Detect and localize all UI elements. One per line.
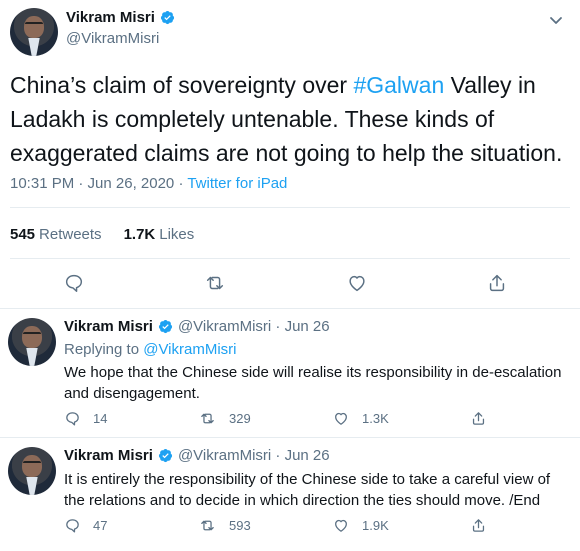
retweet-button[interactable]: 329	[198, 410, 251, 427]
share-icon	[470, 410, 487, 427]
like-count: 1.9K	[362, 518, 389, 533]
author-name[interactable]: Vikram Misri	[66, 9, 155, 26]
likes-count: 1.7K	[123, 226, 156, 243]
retweet-count: 593	[229, 518, 251, 533]
source-link[interactable]: Twitter for iPad	[187, 175, 287, 192]
share-icon[interactable]	[486, 272, 508, 294]
replying-to-link[interactable]: @VikramMisri	[143, 341, 236, 358]
reply-icon[interactable]	[63, 272, 85, 294]
share-button[interactable]	[470, 517, 487, 534]
timestamp[interactable]: 10:31 PM · Jun 26, 2020 ·	[10, 175, 187, 192]
divider	[0, 437, 580, 438]
verified-badge-icon	[158, 448, 173, 463]
retweet-icon[interactable]	[203, 272, 227, 294]
reply-count: 47	[93, 518, 108, 533]
reply-actions: 47 593 1.9K	[64, 517, 494, 539]
like-icon	[332, 517, 350, 534]
verified-badge-icon	[158, 319, 173, 334]
reply-header: Vikram Misri @VikramMisri · Jun 26	[64, 318, 330, 335]
reply-icon	[64, 517, 81, 534]
likes-stat[interactable]: 1.7K Likes	[124, 226, 195, 243]
reply-text: It is entirely the responsibility of the…	[64, 471, 551, 509]
replying-to: Replying to @VikramMisri	[64, 341, 237, 358]
replying-prefix: Replying to	[64, 341, 144, 358]
author-handle[interactable]: @VikramMisri	[66, 30, 159, 47]
author-name-row[interactable]: Vikram Misri	[66, 9, 175, 26]
reply-actions: 14 329 1.3K	[64, 410, 494, 432]
reply-tweet[interactable]: Vikram Misri @VikramMisri · Jun 26 It is…	[0, 447, 580, 551]
reply-header: Vikram Misri @VikramMisri · Jun 26	[64, 447, 330, 464]
main-actions	[0, 272, 580, 302]
divider	[10, 258, 570, 259]
handle-and-date[interactable]: @VikramMisri · Jun 26	[178, 447, 330, 464]
retweets-count: 545	[10, 226, 36, 243]
retweet-icon	[198, 410, 217, 427]
handle-and-date[interactable]: @VikramMisri · Jun 26	[178, 318, 330, 335]
reply-icon	[64, 410, 81, 427]
tweet-text: China’s claim of sovereignty over #Galwa…	[10, 68, 570, 170]
engagement-stats: 545 Retweets 1.7K Likes	[10, 226, 194, 243]
reply-text: We hope that the Chinese side will reali…	[64, 364, 562, 402]
author-name[interactable]: Vikram Misri	[64, 447, 153, 464]
retweets-stat[interactable]: 545 Retweets	[10, 226, 102, 243]
tweet-text-part1: China’s claim of sovereignty over	[10, 72, 354, 98]
retweet-button[interactable]: 593	[198, 517, 251, 534]
main-tweet: Vikram Misri @VikramMisri China’s claim …	[0, 0, 580, 303]
likes-label: Likes	[159, 226, 195, 243]
like-icon	[332, 410, 350, 427]
author-name[interactable]: Vikram Misri	[64, 318, 153, 335]
retweet-icon	[198, 517, 217, 534]
verified-badge-icon	[160, 10, 175, 25]
share-button[interactable]	[470, 410, 487, 427]
like-count: 1.3K	[362, 411, 389, 426]
divider	[0, 308, 580, 309]
like-button[interactable]: 1.9K	[332, 517, 389, 534]
like-icon[interactable]	[346, 272, 368, 294]
retweets-label: Retweets	[39, 226, 102, 243]
reply-tweet[interactable]: Vikram Misri @VikramMisri · Jun 26 Reply…	[0, 318, 580, 436]
reply-count: 14	[93, 411, 108, 426]
share-icon	[470, 517, 487, 534]
divider	[10, 207, 570, 208]
tweet-meta: 10:31 PM · Jun 26, 2020 · Twitter for iP…	[10, 175, 287, 192]
reply-button[interactable]: 47	[64, 517, 107, 534]
like-button[interactable]: 1.3K	[332, 410, 389, 427]
avatar[interactable]	[8, 318, 56, 366]
avatar[interactable]	[8, 447, 56, 495]
hashtag-link[interactable]: #Galwan	[353, 72, 444, 98]
chevron-down-icon[interactable]	[546, 10, 566, 30]
retweet-count: 329	[229, 411, 251, 426]
reply-button[interactable]: 14	[64, 410, 107, 427]
avatar[interactable]	[10, 8, 58, 56]
